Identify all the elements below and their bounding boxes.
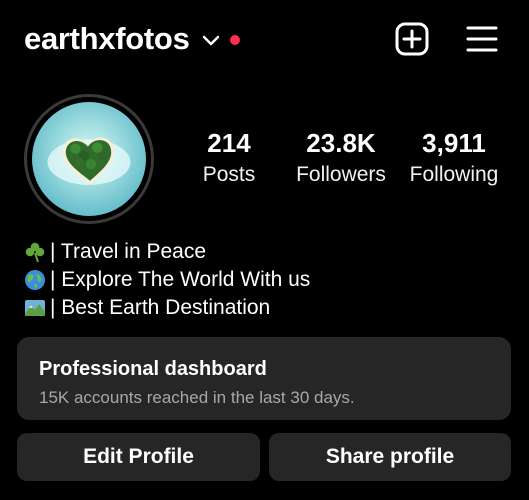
following-label: Following xyxy=(409,163,499,186)
chevron-down-icon xyxy=(202,35,219,46)
bio-line: | Best Earth Destination xyxy=(24,294,310,322)
map-icon xyxy=(24,297,46,319)
followers-stat[interactable]: 23.8K Followers xyxy=(291,128,391,188)
username: earthxfotos xyxy=(24,21,190,56)
professional-dashboard-card[interactable]: Professional dashboard 15K accounts reac… xyxy=(17,337,511,420)
bio-line: | Explore The World With us xyxy=(24,266,310,294)
plus-square-icon xyxy=(395,22,429,56)
followers-label: Followers xyxy=(296,163,386,186)
bio-text: | Best Earth Destination xyxy=(50,296,271,319)
dashboard-title: Professional dashboard xyxy=(39,358,267,380)
following-stat[interactable]: 3,911 Following xyxy=(404,128,504,188)
avatar[interactable] xyxy=(24,94,154,224)
posts-label: Posts xyxy=(202,163,256,186)
shamrock-icon xyxy=(24,241,46,263)
profile-page: earthxfotos 214 Posts 23.8K Followers 3,… xyxy=(0,0,529,500)
share-profile-button[interactable]: Share profile xyxy=(269,433,511,481)
edit-profile-button[interactable]: Edit Profile xyxy=(17,433,260,481)
hamburger-menu-icon xyxy=(466,26,498,52)
followers-count: 23.8K xyxy=(306,128,376,158)
menu-button[interactable] xyxy=(463,20,501,58)
bio-text: | Travel in Peace xyxy=(50,240,207,263)
bio-line: | Travel in Peace xyxy=(24,238,310,266)
profile-header: earthxfotos xyxy=(0,0,529,78)
posts-stat: 214 Posts xyxy=(193,128,265,188)
bio: | Travel in Peace | Explore The World Wi… xyxy=(24,238,310,322)
dashboard-subtitle: 15K accounts reached in the last 30 days… xyxy=(39,388,355,407)
posts-count: 214 xyxy=(207,128,251,158)
notification-dot xyxy=(229,35,240,45)
account-switcher[interactable]: earthxfotos xyxy=(24,20,240,58)
globe-icon xyxy=(24,269,46,291)
new-post-button[interactable] xyxy=(393,20,431,58)
bio-text: | Explore The World With us xyxy=(50,268,311,291)
avatar-image xyxy=(32,102,146,216)
following-count: 3,911 xyxy=(422,128,486,158)
